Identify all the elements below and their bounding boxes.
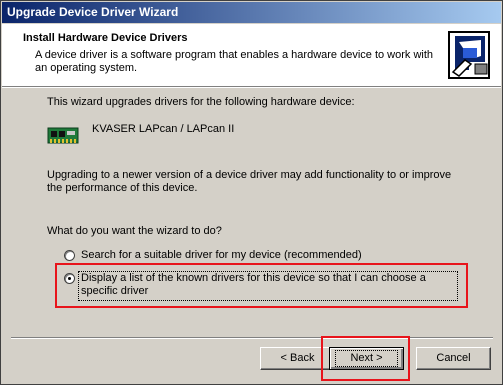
upgrade-note: Upgrading to a newer version of a device… [47, 169, 452, 194]
radio-display-list[interactable] [64, 273, 75, 284]
cancel-button[interactable]: Cancel [416, 347, 491, 370]
hardware-wizard-icon [448, 31, 490, 79]
title-bar[interactable]: Upgrade Device Driver Wizard [2, 2, 501, 23]
button-separator [11, 337, 493, 339]
back-button-label: < Back [280, 352, 315, 364]
pcmcia-card-icon [47, 127, 79, 144]
wizard-header: Install Hardware Device Drivers A device… [2, 24, 501, 87]
question-text: What do you want the wizard to do? [47, 225, 222, 237]
next-button[interactable]: Next > [329, 347, 404, 370]
device-name: KVASER LAPcan / LAPcan II [92, 123, 235, 135]
intro-text: This wizard upgrades drivers for the fol… [47, 96, 355, 108]
next-button-label: Next > [335, 350, 398, 367]
option-search-label[interactable]: Search for a suitable driver for my devi… [81, 249, 362, 261]
option-display-list-label[interactable]: Display a list of the known drivers for … [81, 272, 461, 298]
header-title: Install Hardware Device Drivers [23, 32, 188, 44]
wizard-window: Upgrade Device Driver Wizard Install Har… [0, 0, 503, 385]
header-subtitle: A device driver is a software program th… [35, 49, 434, 74]
window-title: Upgrade Device Driver Wizard [7, 5, 179, 19]
cancel-button-label: Cancel [436, 352, 471, 364]
radio-search-driver[interactable] [64, 250, 75, 261]
